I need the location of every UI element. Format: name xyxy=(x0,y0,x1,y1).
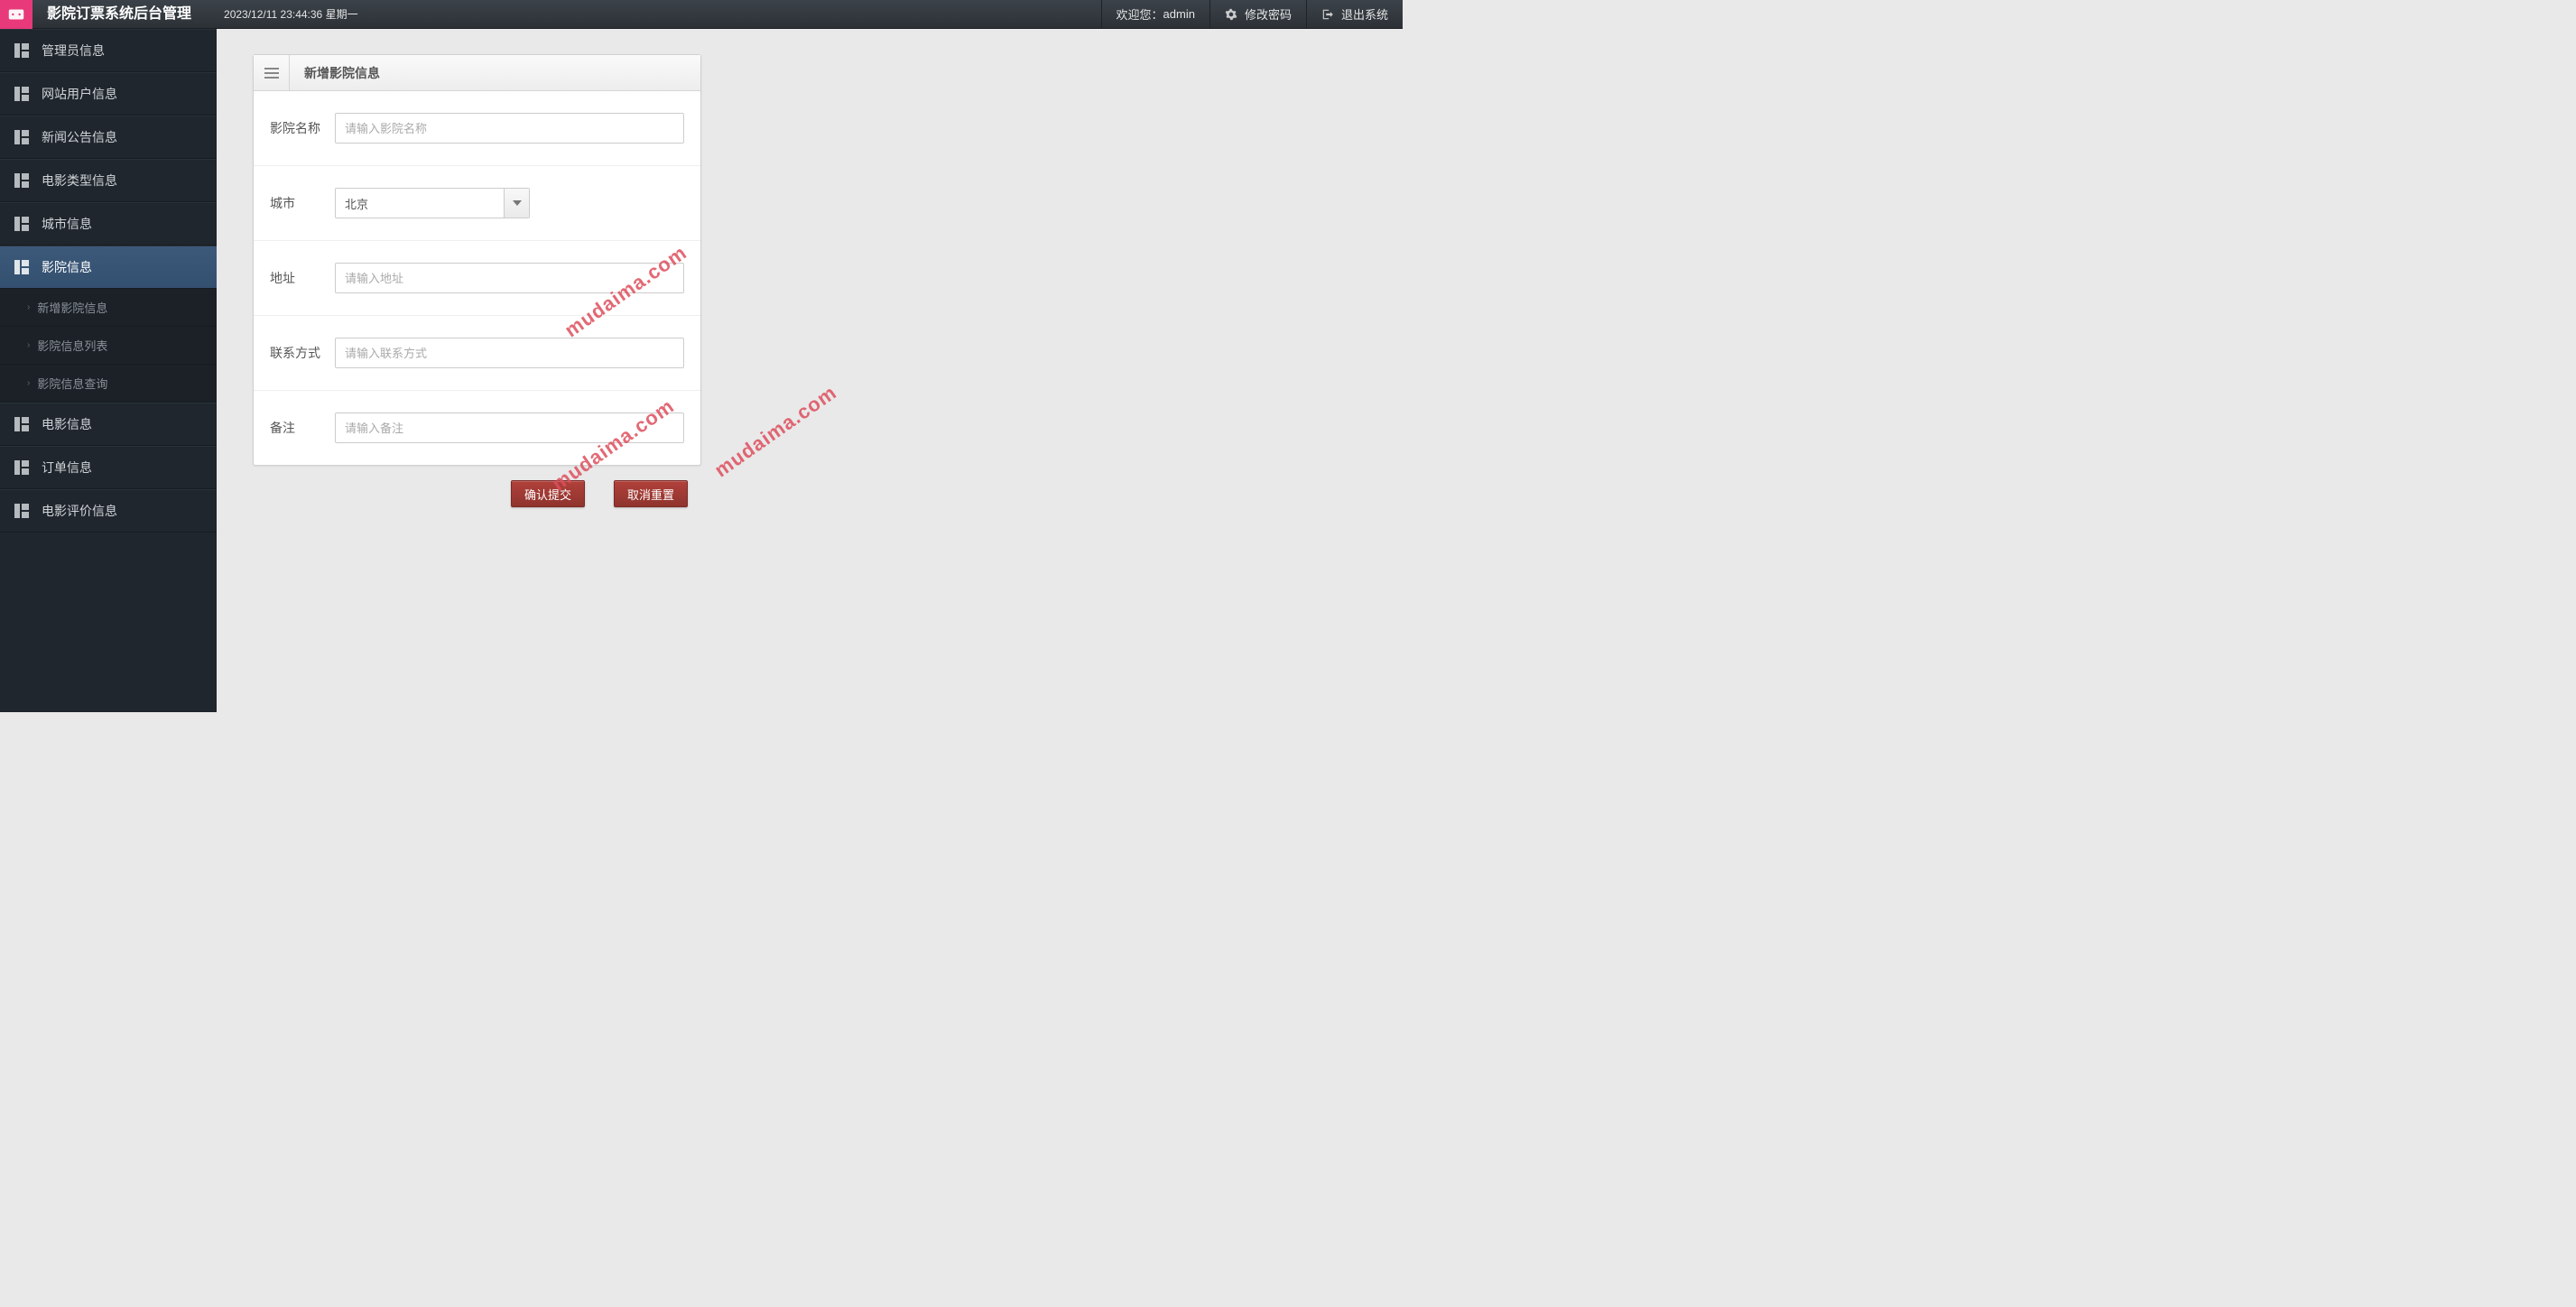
form-row-city: 城市 北京 xyxy=(254,166,700,241)
grid-icon xyxy=(14,504,29,518)
content-area: 新增影院信息 影院名称 城市 北京 xyxy=(217,29,1403,712)
sidebar: 管理员信息 网站用户信息 新闻公告信息 电影类型信息 城市信息 影院信息 › 新… xyxy=(0,29,217,712)
form-control: 北京 xyxy=(335,188,684,218)
sidebar-item-admin[interactable]: 管理员信息 xyxy=(0,29,217,72)
city-select[interactable]: 北京 xyxy=(335,188,530,218)
gear-icon xyxy=(1225,8,1237,21)
grid-icon xyxy=(14,173,29,188)
form-control xyxy=(335,263,684,293)
panel-menu-button[interactable] xyxy=(254,55,290,90)
grid-icon xyxy=(14,217,29,231)
grid-icon xyxy=(14,417,29,431)
form-row-remark: 备注 xyxy=(254,391,700,465)
welcome-text: 欢迎您： admin xyxy=(1101,0,1209,28)
hamburger-icon xyxy=(264,68,279,79)
top-header: 影院订票系统后台管理 2023/12/11 23:44:36 星期一 欢迎您： … xyxy=(0,0,1403,29)
grid-icon xyxy=(14,43,29,58)
sidebar-sub-label: 影院信息列表 xyxy=(37,337,107,354)
form-control xyxy=(335,338,684,368)
sidebar-submenu: › 新增影院信息 › 影院信息列表 › 影院信息查询 xyxy=(0,289,217,403)
sidebar-sub-cinema-list[interactable]: › 影院信息列表 xyxy=(0,327,217,365)
header-left: 影院订票系统后台管理 2023/12/11 23:44:36 星期一 xyxy=(0,0,358,28)
form-label-contact: 联系方式 xyxy=(270,344,335,362)
sidebar-item-order[interactable]: 订单信息 xyxy=(0,446,217,489)
form-actions: 确认提交 取消重置 xyxy=(253,466,1403,507)
grid-icon xyxy=(14,260,29,274)
movie-logo-icon xyxy=(6,5,26,24)
chevron-right-icon: › xyxy=(27,340,30,350)
header-right: 欢迎您： admin 修改密码 退出系统 xyxy=(1101,0,1403,28)
logout-icon xyxy=(1321,8,1334,21)
contact-input[interactable] xyxy=(335,338,684,368)
sidebar-item-label: 电影评价信息 xyxy=(42,502,117,520)
panel-title: 新增影院信息 xyxy=(290,55,700,90)
grid-icon xyxy=(14,460,29,475)
sidebar-item-news[interactable]: 新闻公告信息 xyxy=(0,116,217,159)
sidebar-sub-add-cinema[interactable]: › 新增影院信息 xyxy=(0,289,217,327)
chevron-right-icon: › xyxy=(27,302,30,312)
sidebar-item-cinema[interactable]: 影院信息 xyxy=(0,246,217,289)
city-select-toggle[interactable] xyxy=(504,189,529,218)
address-input[interactable] xyxy=(335,263,684,293)
form-control xyxy=(335,113,684,144)
main-layout: 管理员信息 网站用户信息 新闻公告信息 电影类型信息 城市信息 影院信息 › 新… xyxy=(0,29,1403,712)
logout-label: 退出系统 xyxy=(1341,5,1388,23)
form-label-name: 影院名称 xyxy=(270,119,335,137)
sidebar-item-users[interactable]: 网站用户信息 xyxy=(0,72,217,116)
sidebar-item-label: 电影信息 xyxy=(42,415,92,433)
form-label-city: 城市 xyxy=(270,194,335,212)
chevron-down-icon xyxy=(513,200,522,206)
username: admin xyxy=(1163,7,1195,21)
change-password-button[interactable]: 修改密码 xyxy=(1209,0,1306,28)
submit-button[interactable]: 确认提交 xyxy=(511,480,585,507)
reset-button[interactable]: 取消重置 xyxy=(614,480,688,507)
form-panel: 新增影院信息 影院名称 城市 北京 xyxy=(253,54,701,466)
sidebar-item-label: 订单信息 xyxy=(42,459,92,477)
grid-icon xyxy=(14,130,29,144)
form-label-address: 地址 xyxy=(270,269,335,287)
sidebar-item-label: 影院信息 xyxy=(42,258,92,276)
form-label-remark: 备注 xyxy=(270,419,335,437)
datetime-display: 2023/12/11 23:44:36 星期一 xyxy=(224,6,358,22)
sidebar-sub-label: 新增影院信息 xyxy=(37,299,107,316)
app-logo xyxy=(0,0,32,29)
chevron-right-icon: › xyxy=(27,378,30,388)
form-row-contact: 联系方式 xyxy=(254,316,700,391)
city-select-value: 北京 xyxy=(336,189,504,218)
cinema-form: 影院名称 城市 北京 xyxy=(254,91,700,465)
sidebar-item-movie[interactable]: 电影信息 xyxy=(0,403,217,446)
app-title: 影院订票系统后台管理 xyxy=(32,0,206,29)
sidebar-sub-label: 影院信息查询 xyxy=(37,375,107,392)
sidebar-item-label: 管理员信息 xyxy=(42,42,105,60)
sidebar-item-movie-type[interactable]: 电影类型信息 xyxy=(0,159,217,202)
form-row-name: 影院名称 xyxy=(254,91,700,166)
logout-button[interactable]: 退出系统 xyxy=(1306,0,1403,28)
remark-input[interactable] xyxy=(335,412,684,443)
sidebar-item-label: 城市信息 xyxy=(42,215,92,233)
form-control xyxy=(335,412,684,443)
form-row-address: 地址 xyxy=(254,241,700,316)
sidebar-sub-cinema-query[interactable]: › 影院信息查询 xyxy=(0,365,217,403)
sidebar-item-review[interactable]: 电影评价信息 xyxy=(0,489,217,533)
cinema-name-input[interactable] xyxy=(335,113,684,144)
sidebar-item-label: 新闻公告信息 xyxy=(42,128,117,146)
sidebar-item-label: 网站用户信息 xyxy=(42,85,117,103)
grid-icon xyxy=(14,87,29,101)
sidebar-item-city[interactable]: 城市信息 xyxy=(0,202,217,246)
change-password-label: 修改密码 xyxy=(1245,5,1292,23)
sidebar-item-label: 电影类型信息 xyxy=(42,171,117,190)
welcome-prefix: 欢迎您： xyxy=(1117,5,1163,23)
panel-header: 新增影院信息 xyxy=(254,55,700,91)
